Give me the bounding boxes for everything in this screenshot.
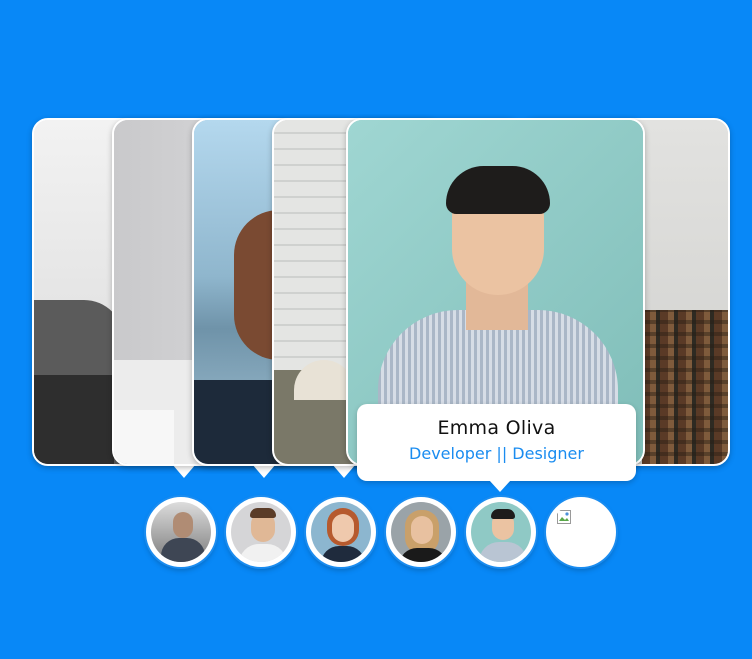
profile-name: Emma Oliva — [437, 417, 556, 439]
thumbnail-person-5-selected[interactable] — [466, 497, 536, 567]
profile-role: Developer || Designer — [409, 444, 584, 463]
profile-carousel: Emma Oliva Developer || Designer — [0, 0, 752, 659]
card-pointer-1 — [172, 464, 196, 478]
thumbnail-person-2[interactable] — [226, 497, 296, 567]
card-pointer-3 — [332, 464, 356, 478]
thumbnail-person-3[interactable] — [306, 497, 376, 567]
card-pointer-2 — [252, 464, 276, 478]
broken-image-icon — [557, 510, 571, 524]
thumbnail-person-4[interactable] — [386, 497, 456, 567]
thumbnail-person-6[interactable] — [546, 497, 616, 567]
thumbnail-person-1[interactable] — [146, 497, 216, 567]
profile-info-box: Emma Oliva Developer || Designer — [357, 404, 636, 492]
